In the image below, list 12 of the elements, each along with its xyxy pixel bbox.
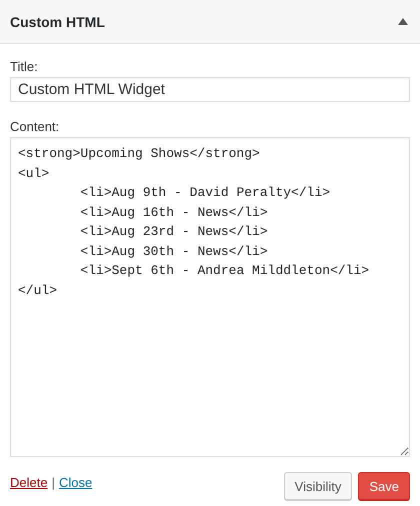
close-link[interactable]: Close: [58, 475, 92, 490]
link-separator: |: [52, 475, 55, 490]
widget-header[interactable]: Custom HTML: [0, 0, 420, 44]
visibility-button[interactable]: Visibility: [284, 472, 352, 500]
save-button[interactable]: Save: [358, 472, 410, 500]
widget-title: Custom HTML: [10, 14, 105, 30]
collapse-arrow-icon[interactable]: [398, 18, 408, 25]
title-label: Title:: [10, 59, 39, 74]
content-field[interactable]: <strong>Upcoming Shows</strong> <ul> <li>Aug 9th - David Peralty</li> <li>Aug 16th - News</li> <li>Aug 23rd - News</li> <li>Aug 30th - News</li> <li>Sept 6th - Andrea Milddleton</li> </ul>: [10, 137, 410, 457]
delete-link[interactable]: Delete: [10, 475, 48, 490]
content-label: Content:: [10, 119, 60, 134]
title-field[interactable]: Custom HTML Widget: [10, 77, 410, 102]
